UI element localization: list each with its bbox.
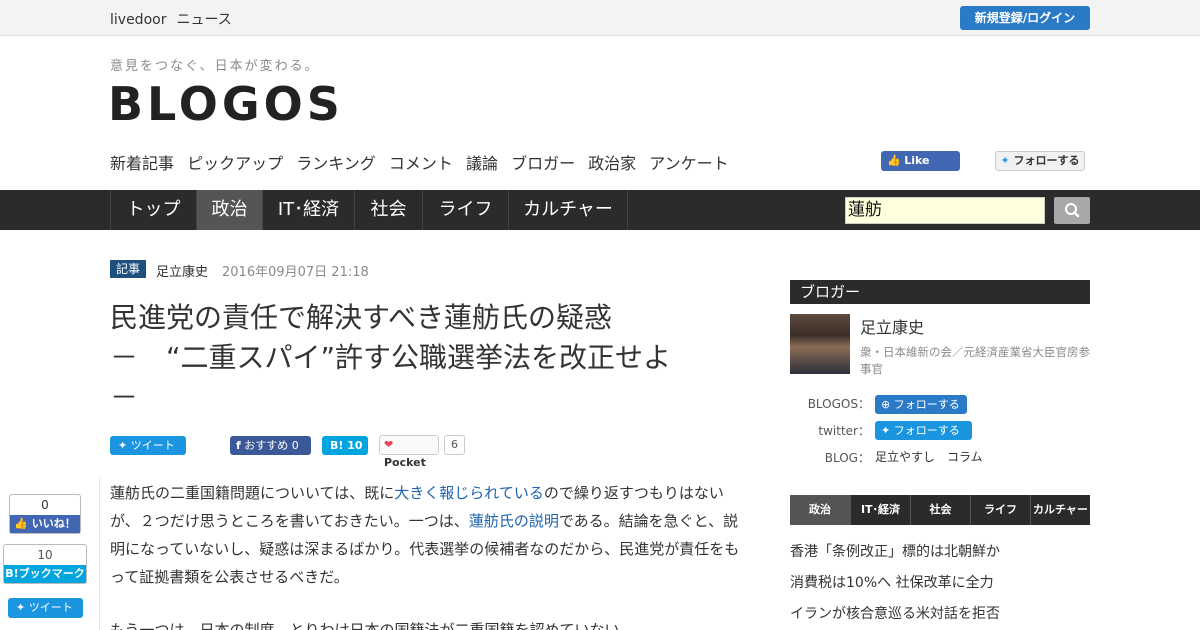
- share-facebook-button[interactable]: f おすすめ 0: [230, 436, 311, 455]
- share-tweet-button[interactable]: ✦ ツイート: [110, 436, 186, 455]
- sidebar-tab-culture[interactable]: カルチャー: [1030, 495, 1090, 525]
- site-tagline: 意見をつなぐ、日本が変わる。: [110, 59, 320, 74]
- blogos-follow-label: BLOGOS：: [807, 397, 870, 411]
- twitter-bird-icon: ✦: [1000, 154, 1010, 167]
- blogos-follow-button[interactable]: ⊕ フォローする: [875, 395, 967, 414]
- floating-like-count: 0: [41, 498, 49, 512]
- nav-tab-life[interactable]: ライフ: [422, 190, 508, 230]
- hatena-count: 10: [347, 439, 363, 452]
- thumbs-up-icon: 👍: [887, 154, 901, 167]
- subnav-new-articles[interactable]: 新着記事: [110, 154, 174, 173]
- link-renho-explanation[interactable]: 蓮舫氏の説明: [469, 512, 559, 530]
- pocket-count: 6: [444, 435, 465, 455]
- blog-label: BLOG：: [824, 451, 870, 465]
- sidebar-blogger-heading: ブロガー: [790, 280, 1090, 304]
- sidebar-tab-life[interactable]: ライフ: [970, 495, 1030, 525]
- hatena-bookmark-button[interactable]: B! 10: [322, 436, 368, 455]
- subnav-ranking[interactable]: ランキング: [296, 154, 376, 173]
- floating-hatena-label: B!ブックマーク: [4, 565, 86, 583]
- p1-text-a: 蓮舫氏の二重国籍問題についいては、既に: [110, 484, 395, 502]
- floating-hatena-count: 10: [37, 548, 53, 562]
- sidebar-article-link[interactable]: 香港「条例改正」標的は北朝鮮か: [790, 541, 1000, 561]
- blogger-name[interactable]: 足立康史: [860, 314, 924, 338]
- twitter-bird-icon: ✦: [16, 601, 26, 614]
- sidebar-tab-society[interactable]: 社会: [910, 495, 970, 525]
- article-paragraph-1: 蓮舫氏の二重国籍問題についいては、既に大きく報じられているので繰り返すつもりはな…: [110, 479, 750, 591]
- share-fb-label: おすすめ: [244, 439, 289, 452]
- article-paragraph-2: もう一つは、日本の制度、とりわけ日本の国籍法が二重国籍を認めていない: [110, 621, 620, 630]
- sidebar-article-link[interactable]: 消費税は10%へ 社保改革に全力: [790, 572, 994, 592]
- search-button[interactable]: [1054, 197, 1090, 224]
- plus-icon: ⊕: [881, 398, 891, 411]
- blogger-avatar[interactable]: [790, 314, 850, 374]
- nav-tab-top[interactable]: トップ: [110, 190, 196, 230]
- brand-news: ニュース: [176, 12, 232, 28]
- twitter-follow-button[interactable]: ✦ フォローする: [995, 151, 1085, 171]
- article-title: 民進党の責任で解決すべき蓮舫氏の疑惑 － “二重スパイ”許す公職選挙法を改正せよ…: [110, 298, 750, 418]
- subnav-survey[interactable]: アンケート: [649, 154, 728, 173]
- top-bar: livedoor ニュース 新規登録/ログイン: [0, 0, 1200, 36]
- twitter-follow-text: フォローする: [893, 424, 960, 437]
- blog-link[interactable]: 足立やすし コラム: [875, 448, 983, 465]
- sub-navigation: 新着記事 ピックアップ ランキング コメント 議論 ブロガー 政治家 アンケート: [110, 150, 737, 174]
- floating-like-label: いいね！: [31, 517, 76, 530]
- article-author[interactable]: 足立康史: [156, 261, 208, 280]
- nav-tab-culture[interactable]: カルチャー: [508, 190, 628, 230]
- search-icon: [1065, 203, 1080, 218]
- blogos-logo[interactable]: BLOGOS: [108, 78, 344, 130]
- nav-tab-politics[interactable]: 政治: [196, 190, 262, 230]
- floating-tweet-label: ツイート: [28, 601, 73, 614]
- share-tweet-label: ツイート: [130, 439, 175, 452]
- nav-tab-society[interactable]: 社会: [354, 190, 422, 230]
- twitter-bird-icon: ✦: [881, 424, 891, 437]
- link-widely-reported[interactable]: 大きく報じられている: [394, 484, 544, 502]
- floating-hatena-button[interactable]: 10 B!ブックマーク: [3, 544, 87, 584]
- subnav-debate[interactable]: 議論: [466, 154, 498, 173]
- signup-login-button[interactable]: 新規登録/ログイン: [960, 6, 1090, 30]
- twitter-bird-icon: ✦: [118, 439, 128, 452]
- subnav-comment[interactable]: コメント: [389, 154, 453, 173]
- sidebar-article-link[interactable]: イランが核合意巡る米対話を拒否: [790, 603, 1000, 623]
- share-fb-count: 0: [291, 439, 299, 452]
- floating-like-button[interactable]: 0 👍 いいね！: [9, 494, 81, 534]
- blogger-description: 衆・日本維新の会／元経済産業省大臣官房参事官: [860, 345, 1090, 376]
- pocket-button[interactable]: ❤ Pocket: [379, 435, 439, 469]
- fb-like-label: Like: [904, 154, 930, 167]
- pocket-icon: ❤: [384, 438, 394, 451]
- fb-like-count: 132K: [887, 174, 916, 187]
- sidebar-tab-it-economy[interactable]: IT･経済: [850, 495, 910, 525]
- facebook-like-button[interactable]: 👍 Like 132K: [881, 151, 960, 187]
- facebook-icon: f: [236, 439, 241, 452]
- subnav-politician[interactable]: 政治家: [588, 154, 636, 173]
- title-line-1: 民進党の責任で解決すべき蓮舫氏の疑惑: [110, 301, 613, 334]
- article-date: 2016年09月07日 21:18: [222, 265, 369, 280]
- twitter-follow-label: twitter：: [818, 424, 870, 438]
- sidebar-category-tabs: 政治 IT･経済 社会 ライフ カルチャー: [790, 495, 1090, 525]
- sidebar-twitter-follow-button[interactable]: ✦ フォローする: [875, 421, 972, 440]
- thumbs-up-icon: 👍: [14, 517, 28, 530]
- blogos-follow-text: フォローする: [893, 398, 960, 411]
- subnav-pickup[interactable]: ピックアップ: [187, 154, 283, 173]
- tw-follow-label: フォローする: [1013, 154, 1080, 167]
- article-type-badge: 記事: [110, 260, 146, 278]
- brand-livedoor: livedoor: [110, 12, 167, 28]
- subnav-blogger[interactable]: ブロガー: [511, 154, 575, 173]
- title-line-2: － “二重スパイ”許す公職選挙法を改正せよ: [110, 341, 672, 374]
- livedoor-news-logo[interactable]: livedoor ニュース: [110, 9, 242, 29]
- pocket-label: Pocket: [384, 456, 426, 469]
- sidebar-tab-politics[interactable]: 政治: [790, 495, 850, 525]
- nav-tab-it-economy[interactable]: IT･経済: [262, 190, 354, 230]
- search-input[interactable]: 蓮舫: [845, 197, 1045, 224]
- title-line-3: －: [110, 381, 139, 414]
- floating-tweet-button[interactable]: ✦ ツイート: [8, 598, 83, 618]
- hatena-b-icon: B!: [330, 439, 344, 452]
